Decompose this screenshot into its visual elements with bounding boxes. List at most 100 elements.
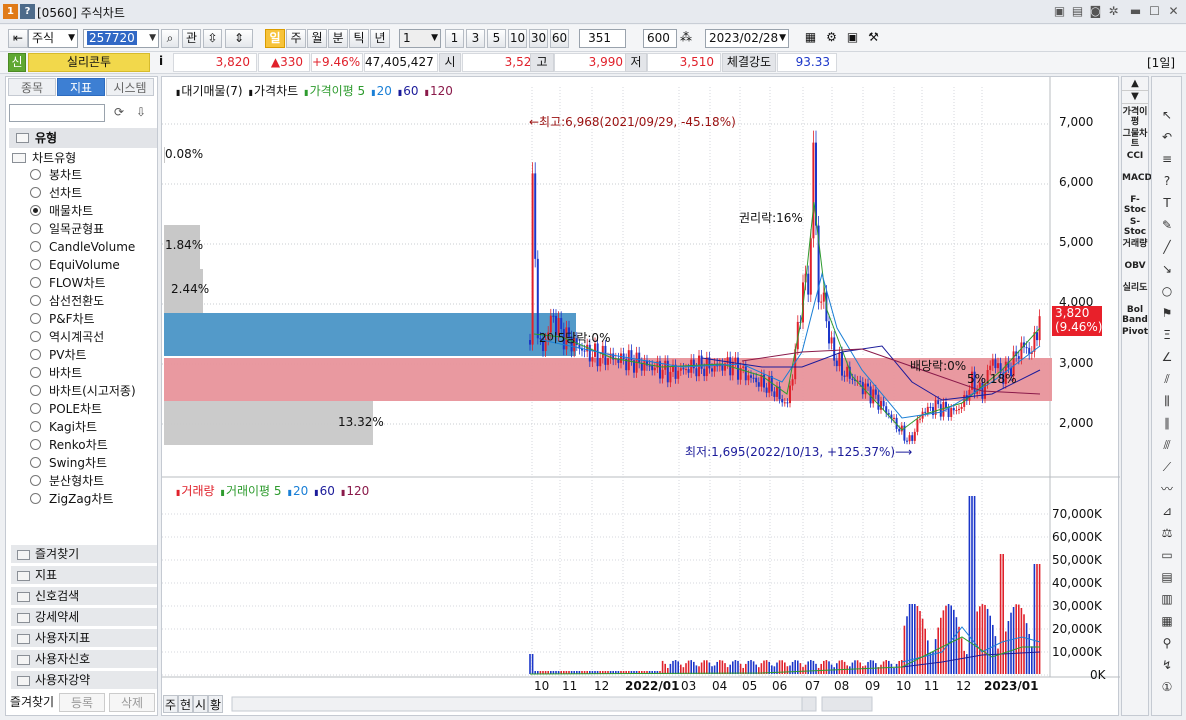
close-button[interactable]: ✕ xyxy=(1166,4,1181,19)
chart-type-option[interactable]: POLE차트 xyxy=(30,400,102,418)
chart-type-option[interactable]: 역시계곡선 xyxy=(30,328,104,346)
draw-tool-21-icon[interactable]: ▤ xyxy=(1158,569,1176,585)
radio-icon[interactable] xyxy=(30,223,41,234)
period-4-button[interactable]: 틱 xyxy=(349,29,369,48)
folder-5[interactable]: 사용자신호 xyxy=(11,650,157,669)
chart-type-option[interactable]: 일목균형표 xyxy=(30,220,104,238)
draw-tool-5-icon[interactable]: ✎ xyxy=(1158,217,1176,233)
save-icon[interactable]: ▣ xyxy=(843,29,862,48)
chart-type-option[interactable]: EquiVolume xyxy=(30,256,120,274)
draw-tool-0-icon[interactable]: ↖ xyxy=(1158,107,1176,123)
indicator-4[interactable]: F-Stoc xyxy=(1122,195,1148,215)
refresh-icon[interactable]: ⟳ xyxy=(110,105,128,121)
radio-icon[interactable] xyxy=(30,403,41,414)
left-button-1[interactable]: 등록 xyxy=(59,693,105,712)
download-icon[interactable]: ⇩ xyxy=(132,105,150,121)
interval-10-button[interactable]: 10 xyxy=(508,29,527,48)
draw-tool-24-icon[interactable]: ⚲ xyxy=(1158,635,1176,651)
chart-type-option[interactable]: 바차트(시고저종) xyxy=(30,382,136,400)
radio-icon[interactable] xyxy=(30,385,41,396)
folder-6[interactable]: 사용자강약 xyxy=(11,671,157,690)
section-header[interactable]: 유형 xyxy=(9,128,157,148)
draw-tool-16-icon[interactable]: ⟋ xyxy=(1158,459,1176,475)
indicator-9[interactable]: Bol Band xyxy=(1122,305,1148,325)
bottom-tab-3[interactable]: 황 xyxy=(208,695,223,713)
chart-settings-icon[interactable]: ▦ xyxy=(801,29,820,48)
chart-type-option[interactable]: FLOW차트 xyxy=(30,274,106,292)
draw-tool-9-icon[interactable]: ⚑ xyxy=(1158,305,1176,321)
indicator-0[interactable]: 가격이평 xyxy=(1122,107,1148,127)
draw-tool-11-icon[interactable]: ∠ xyxy=(1158,349,1176,365)
folder-1[interactable]: 지표 xyxy=(11,566,157,585)
draw-tool-6-icon[interactable]: ╱ xyxy=(1158,239,1176,255)
indicator-2[interactable]: CCI xyxy=(1122,151,1148,171)
interval-select[interactable]: 1 ▼ xyxy=(399,29,441,48)
radio-icon[interactable] xyxy=(30,277,41,288)
draw-tool-7-icon[interactable]: ↘ xyxy=(1158,261,1176,277)
draw-tool-20-icon[interactable]: ▭ xyxy=(1158,547,1176,563)
help-icon[interactable]: ? xyxy=(20,4,35,19)
interval-60-button[interactable]: 60 xyxy=(550,29,569,48)
draw-tool-18-icon[interactable]: ⊿ xyxy=(1158,503,1176,519)
draw-tool-10-icon[interactable]: Ξ xyxy=(1158,327,1176,343)
period-0-button[interactable]: 일 xyxy=(265,29,285,48)
chart-type-option[interactable]: 바차트 xyxy=(30,364,82,382)
link-icon[interactable]: ▣ xyxy=(1052,4,1067,19)
chart-area[interactable]: ▮대기매물(7) ▮가격차트 ▮가격이평 5 ▮20 ▮60 ▮120 ▮거래량 ▮거래이평… xyxy=(161,76,1120,716)
updown-icon[interactable]: ⇕ xyxy=(225,29,253,48)
gwan-button[interactable]: 관 xyxy=(182,29,201,48)
indicator-6[interactable]: 거래량 xyxy=(1122,239,1148,259)
camera-icon[interactable]: ◙ xyxy=(1088,4,1103,19)
bottom-tab-1[interactable]: 현 xyxy=(178,695,193,713)
chart-type-option[interactable]: PV차트 xyxy=(30,346,87,364)
left-button-2[interactable]: 삭제 xyxy=(109,693,155,712)
radio-icon[interactable] xyxy=(30,331,41,342)
chart-type-option[interactable]: ZigZag차트 xyxy=(30,490,113,508)
chart-type-option[interactable]: Renko차트 xyxy=(30,436,108,454)
folder-3[interactable]: 강세약세 xyxy=(11,608,157,627)
radio-icon[interactable] xyxy=(30,475,41,486)
tab-2[interactable]: 시스템 xyxy=(106,78,154,96)
interval-30-button[interactable]: 30 xyxy=(529,29,548,48)
folder-2[interactable]: 신호검색 xyxy=(11,587,157,606)
date-input[interactable]: 2023/02/28 ▼ xyxy=(705,29,789,48)
indicator-7[interactable]: OBV xyxy=(1122,261,1148,281)
code-input[interactable]: 257720 ▼ xyxy=(83,29,159,48)
draw-tool-4-icon[interactable]: T xyxy=(1158,195,1176,211)
draw-tool-2-icon[interactable]: ≡ xyxy=(1158,151,1176,167)
indicator-1[interactable]: 그물차트 xyxy=(1122,129,1148,149)
draw-tool-26-icon[interactable]: ① xyxy=(1158,679,1176,695)
window-number-badge[interactable]: 1 xyxy=(3,4,18,19)
draw-tool-3-icon[interactable]: ? xyxy=(1158,173,1176,189)
draw-tool-23-icon[interactable]: ▦ xyxy=(1158,613,1176,629)
radio-icon[interactable] xyxy=(30,421,41,432)
radio-icon[interactable] xyxy=(30,295,41,306)
chart-type-option[interactable]: P&F차트 xyxy=(30,310,95,328)
chart-type-option[interactable]: CandleVolume xyxy=(30,238,135,256)
indicator-8[interactable]: 실리도 xyxy=(1122,283,1148,303)
chart-type-option[interactable]: 분산형차트 xyxy=(30,472,104,490)
chart-type-option[interactable]: 선차트 xyxy=(30,184,82,202)
search-input[interactable] xyxy=(9,104,105,122)
interval-5-button[interactable]: 5 xyxy=(487,29,506,48)
radio-icon[interactable] xyxy=(30,349,41,360)
bottom-tab-0[interactable]: 주 xyxy=(163,695,178,713)
draw-tool-14-icon[interactable]: ∥ xyxy=(1158,415,1176,431)
draw-tool-13-icon[interactable]: ⫼ xyxy=(1158,393,1176,409)
radio-icon[interactable] xyxy=(30,241,41,252)
maximize-button[interactable]: ☐ xyxy=(1147,4,1162,19)
draw-tool-1-icon[interactable]: ↶ xyxy=(1158,129,1176,145)
market-select[interactable]: 주식 ▼ xyxy=(28,29,78,48)
interval-3-button[interactable]: 3 xyxy=(466,29,485,48)
draw-tool-22-icon[interactable]: ▥ xyxy=(1158,591,1176,607)
radio-icon[interactable] xyxy=(30,457,41,468)
chart-type-option[interactable]: Kagi차트 xyxy=(30,418,97,436)
radio-icon[interactable] xyxy=(30,169,41,180)
scroll-down-icon[interactable]: ▼ xyxy=(1122,92,1148,104)
radio-icon[interactable] xyxy=(30,493,41,504)
indicator-10[interactable]: Pivot xyxy=(1122,327,1148,347)
radio-icon[interactable] xyxy=(30,187,41,198)
draw-tool-12-icon[interactable]: ⫽ xyxy=(1158,371,1176,387)
minimize-button[interactable]: ▬ xyxy=(1128,4,1143,19)
radio-icon[interactable] xyxy=(30,439,41,450)
